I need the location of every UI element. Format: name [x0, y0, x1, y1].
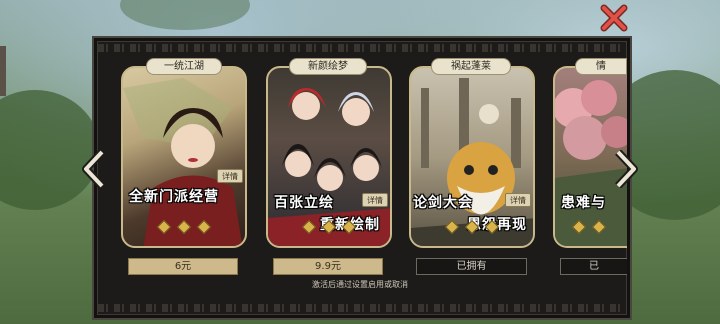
card-3-slogan-line1: 论剑大会 — [413, 195, 473, 211]
card-2-price-button[interactable]: 9.9元 — [273, 258, 383, 275]
chevron-left-icon[interactable] — [82, 150, 106, 188]
card-4-tab: 情 — [575, 58, 627, 75]
card-3-gems — [411, 217, 533, 236]
card-2-tab: 新颜绘梦 — [289, 58, 367, 75]
card-4-slogan: 患难与 — [561, 195, 606, 211]
card-3-tab: 祸起蓬莱 — [431, 58, 511, 75]
card-4-owned-badge: 已 — [560, 258, 627, 275]
card-2-gems — [268, 217, 390, 236]
panel-frieze-bottom — [98, 304, 626, 312]
card-2-detail-button[interactable]: 详情 — [362, 193, 388, 207]
panel-frieze-top — [98, 44, 626, 52]
dlc-card-2[interactable]: 百张立绘 重新绘制 详情 — [266, 66, 392, 248]
card-1-slogan: 全新门派经营 — [129, 189, 219, 205]
chevron-right-icon[interactable] — [614, 150, 638, 188]
dlc-card-1[interactable]: 全新门派经营 详情 — [121, 66, 247, 248]
card-2-slogan-line1: 百张立绘 — [274, 195, 334, 211]
dlc-card-3[interactable]: 论剑大会 恩怨再现 详情 — [409, 66, 535, 248]
card-1-detail-button[interactable]: 详情 — [217, 169, 243, 183]
card-1-price-button[interactable]: 6元 — [128, 258, 238, 275]
card-1-gems — [123, 217, 245, 236]
card-4-gems — [569, 217, 627, 236]
card-3-owned-badge: 已拥有 — [416, 258, 527, 275]
close-x-icon[interactable] — [600, 4, 628, 32]
card-1-tab: 一统江湖 — [146, 58, 222, 75]
activation-note: 激活后通过设置启用或取消 — [312, 280, 408, 289]
tree-foliage — [120, 0, 250, 30]
card-3-detail-button[interactable]: 详情 — [505, 193, 531, 207]
side-tab[interactable] — [0, 46, 6, 96]
